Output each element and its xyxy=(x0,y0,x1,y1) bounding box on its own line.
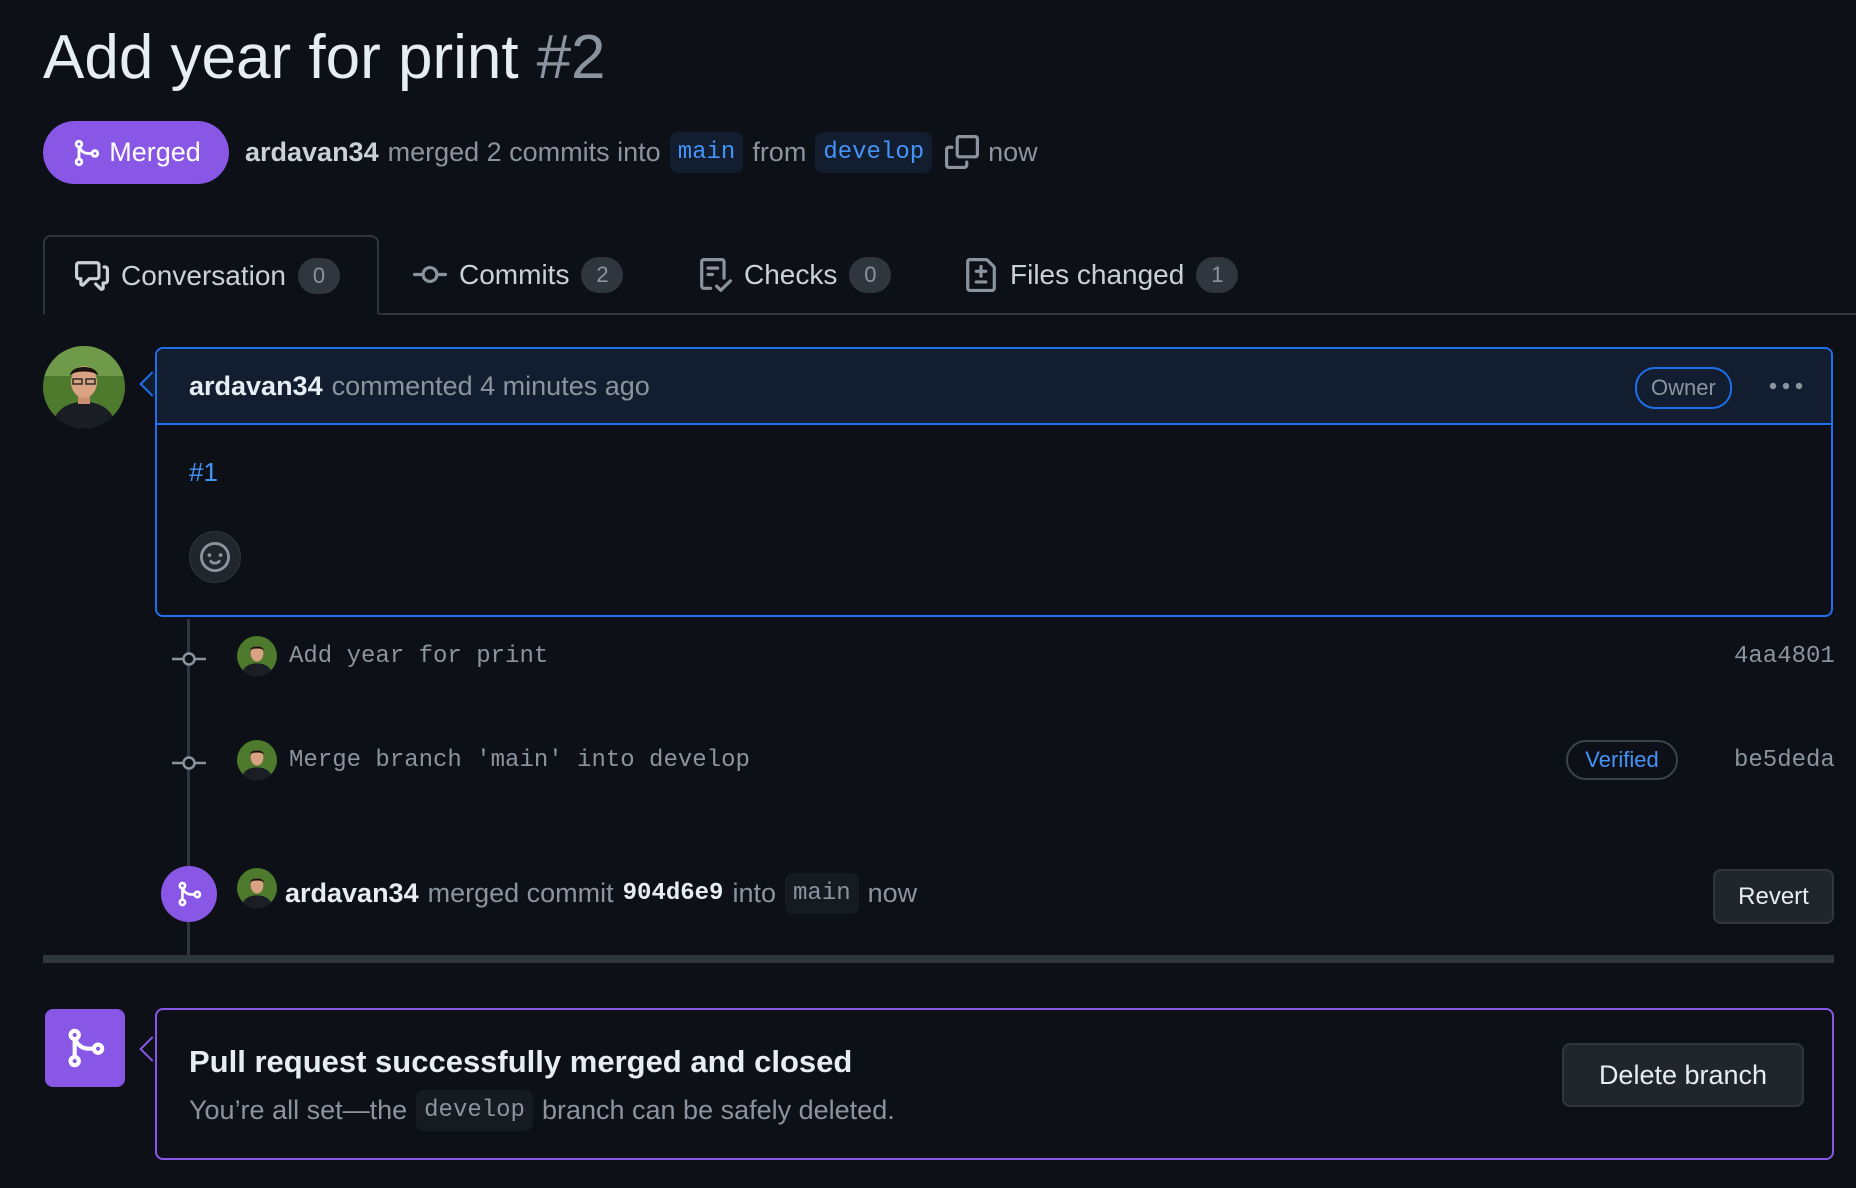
merged-box-subtitle: You’re all set—the develop branch can be… xyxy=(189,1090,895,1131)
kebab-horizontal-icon xyxy=(1769,382,1803,390)
owner-badge: Owner xyxy=(1635,367,1732,409)
issue-reference-link[interactable]: #1 xyxy=(189,457,218,488)
pr-number: #2 xyxy=(536,23,606,92)
merge-event-into: into xyxy=(732,877,777,908)
smiley-icon xyxy=(200,542,230,572)
merged-status-box: Pull request successfully merged and clo… xyxy=(155,1008,1834,1160)
git-merge-icon xyxy=(68,1028,105,1068)
merged-box-title: Pull request successfully merged and clo… xyxy=(189,1044,853,1079)
comment-discussion-icon xyxy=(75,260,109,291)
more-options-button[interactable] xyxy=(1762,369,1810,403)
merge-event-text: merged commit xyxy=(427,877,614,908)
pr-from-text: from xyxy=(752,136,807,167)
tab-files-changed[interactable]: Files changed 1 xyxy=(964,235,1239,315)
tab-conversation[interactable]: Conversation 0 xyxy=(43,235,379,314)
delete-branch-button[interactable]: Delete branch xyxy=(1562,1043,1804,1107)
tab-conversation-label: Conversation xyxy=(121,259,286,291)
tab-commits-label: Commits xyxy=(459,259,570,290)
merged-sub-before: You’re all set—the xyxy=(189,1095,408,1125)
tab-commits[interactable]: Commits 2 xyxy=(413,235,624,315)
merged-status-label: Merged xyxy=(109,137,201,167)
merge-event: ardavan34 merged commit 904d6e9 into mai… xyxy=(285,868,917,918)
pr-time: now xyxy=(988,136,1038,167)
verified-badge[interactable]: Verified xyxy=(1566,740,1678,780)
merged-status-badge: Merged xyxy=(43,121,229,184)
git-commit-icon xyxy=(413,265,447,283)
merge-target-branch[interactable]: main xyxy=(785,872,859,914)
git-merge-icon xyxy=(74,139,100,166)
merge-event-node xyxy=(161,866,217,922)
merged-sub-branch: develop xyxy=(416,1090,533,1131)
avatar[interactable] xyxy=(237,740,277,780)
merge-commit-sha-link[interactable]: 904d6e9 xyxy=(623,880,724,907)
tab-checks-label: Checks xyxy=(744,259,838,290)
revert-button[interactable]: Revert xyxy=(1713,869,1834,924)
pr-title-text: Add year for print xyxy=(43,23,519,92)
merge-author-link[interactable]: ardavan34 xyxy=(285,878,419,909)
merged-sub-after: branch can be safely deleted. xyxy=(541,1095,895,1125)
tab-files-changed-label: Files changed xyxy=(1010,259,1185,290)
commit-sha-link[interactable]: 4aa4801 xyxy=(1734,643,1835,670)
comment-timestamp[interactable]: commented 4 minutes ago xyxy=(332,371,650,402)
pr-author-link[interactable]: ardavan34 xyxy=(245,137,379,168)
timeline-divider xyxy=(43,955,1834,963)
git-commit-icon xyxy=(172,652,206,666)
tab-files-changed-count: 1 xyxy=(1196,257,1239,293)
add-reaction-button[interactable] xyxy=(189,531,241,583)
tab-checks[interactable]: Checks 0 xyxy=(698,235,892,315)
git-merge-icon xyxy=(178,881,202,907)
pr-meta: ardavan34 merged 2 commits into main fro… xyxy=(245,127,1038,177)
git-commit-icon xyxy=(172,756,206,770)
commit-message-link[interactable]: Merge branch 'main' into develop xyxy=(289,747,750,774)
tab-checks-count: 0 xyxy=(849,257,892,293)
comment-box: ardavan34 commented 4 minutes ago Owner … xyxy=(155,347,1833,617)
file-diff-icon xyxy=(966,258,996,292)
comment-header: ardavan34 commented 4 minutes ago Owner xyxy=(157,349,1831,425)
tab-conversation-count: 0 xyxy=(297,257,340,294)
commit-sha-link[interactable]: be5deda xyxy=(1734,747,1835,774)
checklist-icon xyxy=(700,258,732,292)
pr-merge-text: merged 2 commits into xyxy=(387,136,661,167)
pr-tabs: Conversation 0 Commits 2 Checks 0 Files … xyxy=(43,235,1856,315)
base-branch-link[interactable]: main xyxy=(669,131,744,173)
pr-title: Add year for print #2 xyxy=(43,22,606,94)
avatar[interactable] xyxy=(237,636,277,676)
avatar[interactable] xyxy=(43,346,125,428)
head-branch-link[interactable]: develop xyxy=(815,131,933,173)
commit-message-link[interactable]: Add year for print xyxy=(289,643,548,670)
merge-event-time[interactable]: now xyxy=(868,878,918,909)
merged-state-icon xyxy=(45,1009,125,1087)
tab-commits-count: 2 xyxy=(581,257,624,293)
avatar[interactable] xyxy=(237,868,277,908)
comment-author-link[interactable]: ardavan34 xyxy=(189,371,323,402)
copy-icon[interactable] xyxy=(945,135,980,169)
